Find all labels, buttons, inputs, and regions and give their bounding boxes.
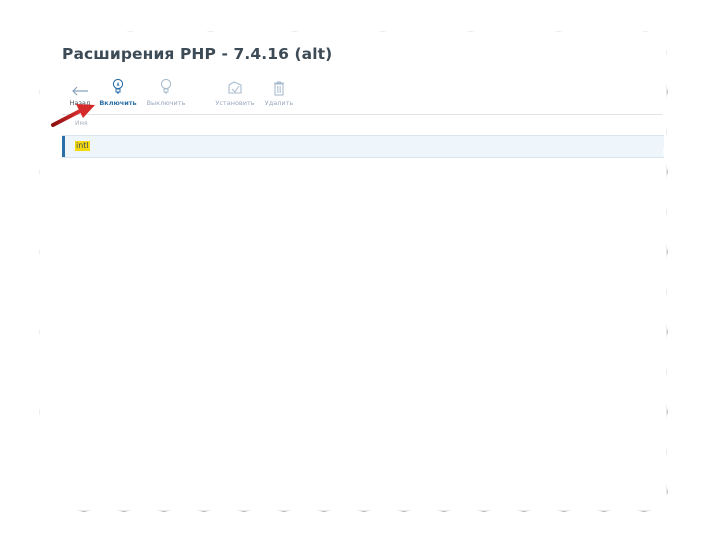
- enable-button[interactable]: Включить: [94, 76, 142, 107]
- annotation-arrow-icon: [51, 104, 95, 127]
- page-title: Расширения PHP - 7.4.16 (alt): [62, 45, 333, 63]
- row-selected-indicator: [62, 136, 65, 157]
- lightbulb-off-icon: [142, 76, 190, 96]
- disable-label: Выключить: [146, 99, 186, 107]
- extension-name: intl: [75, 141, 90, 151]
- delete-button[interactable]: Удалить: [255, 76, 303, 107]
- disable-button[interactable]: Выключить: [142, 76, 190, 107]
- toolbar-divider: [62, 114, 664, 115]
- install-icon: [211, 76, 259, 96]
- delete-label: Удалить: [264, 99, 294, 107]
- trash-icon: [255, 76, 303, 96]
- install-label: Установить: [215, 99, 255, 107]
- lightbulb-on-icon: [94, 76, 142, 96]
- table-row[interactable]: intl: [62, 135, 664, 158]
- install-button[interactable]: Установить: [211, 76, 259, 107]
- enable-label: Включить: [99, 99, 137, 107]
